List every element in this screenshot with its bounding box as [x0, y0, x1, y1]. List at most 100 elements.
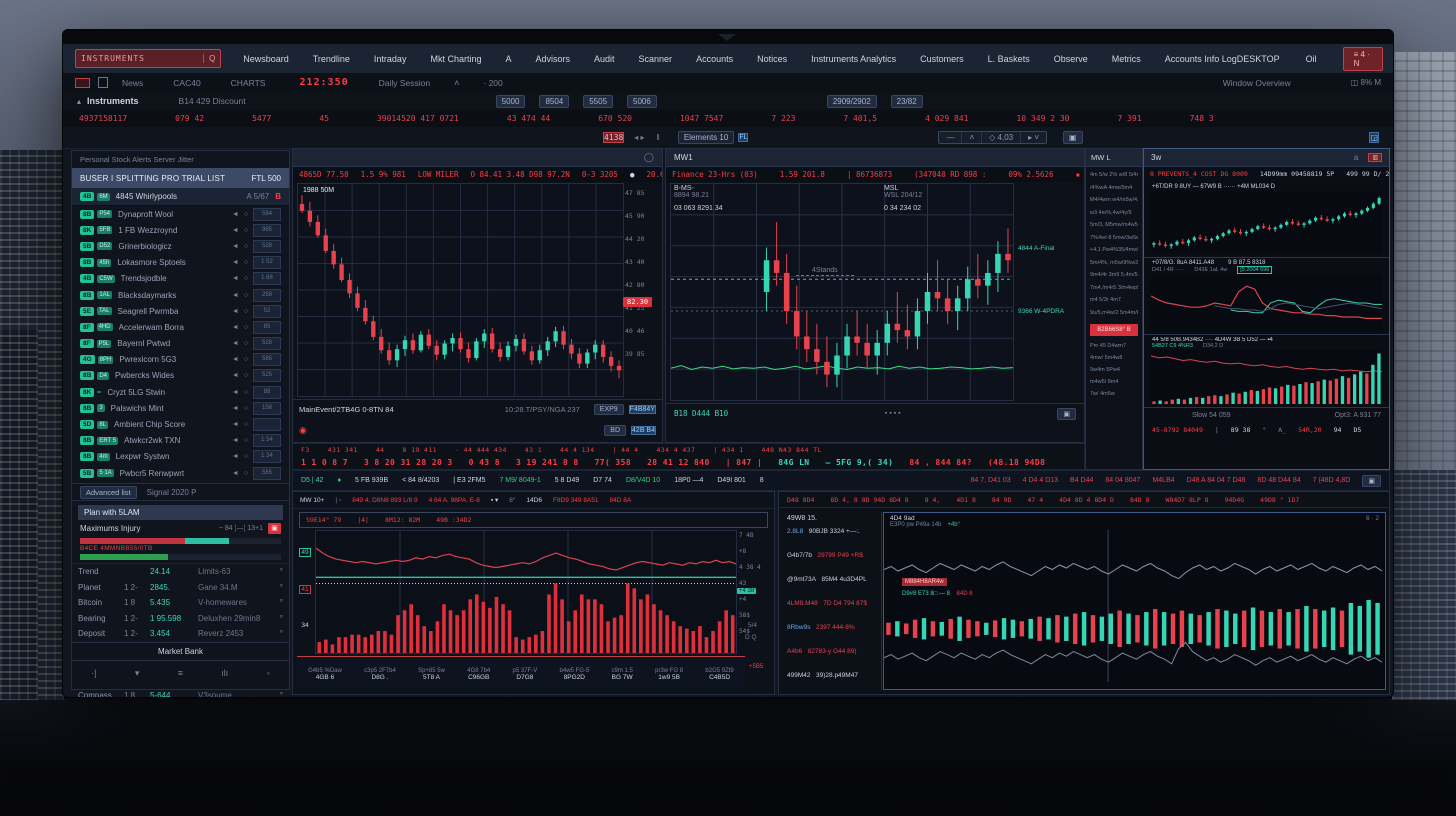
toolbar-item[interactable]: 5 8 D49: [555, 477, 580, 484]
watchlist-selected-row[interactable]: BUSER I SPLITTING PRO TRIAL LIST FTL 500: [72, 168, 289, 188]
row-menu-icon[interactable]: °: [280, 629, 283, 638]
row-menu-icon[interactable]: °: [280, 583, 283, 592]
watchlist-row[interactable]: 8B ERT 5 Atwkcr2wk TXN ◄ ○ 1 54: [72, 433, 289, 449]
menu-item[interactable]: Notices: [757, 54, 787, 64]
lock-icon[interactable]: ○: [244, 437, 248, 444]
mini-spark-chip[interactable]: 1 34: [253, 450, 281, 463]
mini-spark-chip[interactable]: 528: [253, 240, 281, 253]
red-strip-item[interactable]: D48 8D4: [787, 496, 814, 504]
toolbar-red-item[interactable]: B4 D44: [1070, 477, 1093, 484]
instrument-chip[interactable]: 2909/2902: [827, 95, 877, 108]
speaker-icon[interactable]: ◄: [232, 372, 239, 379]
corner-icons[interactable]: D Q: [745, 634, 757, 641]
symbol-badge[interactable]: 4138: [603, 132, 624, 143]
mini-col-item[interactable]: m4w5/ 8m4: [1090, 376, 1138, 388]
mini-volume-chart[interactable]: [1151, 350, 1382, 404]
elements-tab[interactable]: Elements 10: [678, 131, 734, 144]
mini-spark-chip[interactable]: 985: [253, 224, 281, 237]
menu-item[interactable]: A: [505, 54, 511, 64]
tab-advanced-list[interactable]: Advanced list: [80, 486, 137, 499]
power-button[interactable]: ≡ 4 · N: [1343, 47, 1383, 71]
speaker-icon[interactable]: ◄: [232, 405, 239, 412]
mini-line-chart[interactable]: [1151, 275, 1382, 331]
toolbar-item[interactable]: 5 FB 939B: [355, 477, 388, 484]
indicator-header-item[interactable]: 4 84 A. 98PA, E-8: [429, 497, 480, 504]
session-label[interactable]: Daily Session: [379, 78, 431, 88]
breadth-row[interactable]: 499M42 39)28.p49M47: [783, 669, 881, 693]
position-row[interactable]: Bitcoin 1 8 5.435 V-homewares °: [72, 595, 289, 611]
red-strip-item[interactable]: 4D1 8: [956, 496, 976, 504]
plan-header[interactable]: Plan with 5LAM: [78, 505, 283, 520]
right-close-button[interactable]: ▥: [1368, 153, 1382, 162]
red-strip-item[interactable]: 84D 8: [1130, 496, 1150, 504]
status-link[interactable]: CHARTS: [231, 78, 266, 88]
watchlist-row[interactable]: 8F P5L Bayernl Pwtwd ◄ ○ 528: [72, 336, 289, 352]
lock-icon[interactable]: ○: [244, 453, 248, 460]
mini-col-item[interactable]: 7%4w/-8 5mw/3w5w/9m4?: [1090, 232, 1138, 245]
menu-item[interactable]: Audit: [594, 54, 615, 64]
red-strip-item[interactable]: 47 4: [1028, 496, 1044, 504]
mini-spark-chip[interactable]: 1 54: [253, 434, 281, 447]
mini-col-item[interactable]: m4 5/3r 4m7: [1090, 294, 1138, 307]
speaker-icon[interactable]: ◄: [232, 243, 239, 250]
toolbar-red-item[interactable]: 84 04 8047: [1105, 477, 1140, 484]
speaker-icon[interactable]: ◄: [232, 389, 239, 396]
segment-option[interactable]: —: [939, 132, 962, 143]
status-link[interactable]: CAC40: [173, 78, 200, 88]
menu-item[interactable]: L. Baskets: [988, 54, 1030, 64]
watchlist-row[interactable]: 8B 4m Lexpwr Systwn ◄ ○ 1 34: [72, 449, 289, 465]
breadth-row[interactable]: G4b7/7b 29799 P49 +R$: [783, 549, 881, 573]
lock-icon[interactable]: ○: [244, 340, 248, 347]
layout-button[interactable]: ◲: [1369, 132, 1379, 143]
record-icon[interactable]: ◉: [299, 425, 307, 436]
lock-icon[interactable]: ○: [244, 421, 248, 428]
menu-right-oil[interactable]: Oil: [1306, 54, 1317, 64]
breadth-row[interactable]: 8Rbw9s 2397 444-8%: [783, 621, 881, 645]
watchlist-row[interactable]: 8B 3 Palswichs Mint ◄ ○ 158: [72, 400, 289, 416]
mini-col-item[interactable]: 4m 5/w 2% w/8 5/4mW 5w4r: [1090, 169, 1138, 182]
elements-tab-icon[interactable]: FL: [738, 133, 748, 142]
lock-icon[interactable]: ○: [244, 308, 248, 315]
red-strip-item[interactable]: 4D4 8D 4 8D4 D: [1059, 496, 1114, 504]
footer-icon[interactable]: ≡: [178, 668, 183, 678]
session-caret-icon[interactable]: ˄: [454, 78, 459, 88]
menu-item[interactable]: Intraday: [374, 54, 407, 64]
segment-option[interactable]: ˄: [962, 132, 982, 143]
mini-col-item[interactable]: 7m4,/m4r5 3/m4wp5c/4w-: [1090, 282, 1138, 295]
mini-col-item[interactable]: 9w4m 5Pw4: [1090, 364, 1138, 376]
instrument-chip[interactable]: 5505: [583, 95, 613, 108]
red-strip-item[interactable]: 8D 4, 8 8D 94D 8D4 8: [830, 496, 908, 504]
position-row[interactable]: Trend 24.14 Limits-63 °: [72, 564, 289, 580]
watchlist-row[interactable]: 4G 8PH Pwrexicorn 5G3 ◄ ○ 585: [72, 352, 289, 368]
maximums-red-button[interactable]: ▣: [268, 523, 281, 534]
red-strip-item[interactable]: 94D4G: [1225, 496, 1245, 504]
mini-col-item[interactable]: w3 4m%,4w/4y/9: [1090, 207, 1138, 220]
footer-icon[interactable]: ◦: [267, 668, 270, 678]
window-overview-label[interactable]: Window Overview: [1223, 78, 1291, 88]
lock-icon[interactable]: ○: [244, 259, 248, 266]
menu-item[interactable]: Accounts: [696, 54, 733, 64]
row-menu-icon[interactable]: °: [280, 614, 283, 623]
watchlist-row[interactable]: 8B D4 Pwbercks Wides ◄ ○ 525: [72, 368, 289, 384]
watchlist-row[interactable]: 8K 5FB 1 FB Wezzroynd ◄ ○ 985: [72, 222, 289, 238]
breadth-row[interactable]: 2.8L8 90BJB 3324 +—:.: [783, 525, 881, 549]
toolbar-red-item[interactable]: 8D 48 D44 84: [1257, 477, 1300, 484]
indicator-header-item[interactable]: 849 4, D8N8 893 L/8 9: [352, 497, 417, 504]
lock-icon[interactable]: ○: [244, 227, 248, 234]
red-strip-item[interactable]: 49D8 ° 1D7: [1260, 496, 1299, 504]
instrument-chip[interactable]: 8504: [539, 95, 569, 108]
lock-icon[interactable]: ○: [244, 243, 248, 250]
mini-col-item[interactable]: /4%wA 4mw/5m4: [1090, 182, 1138, 195]
toolbar-red-item[interactable]: 84 7, D41 03: [971, 477, 1011, 484]
menu-item[interactable]: Trendline: [313, 54, 350, 64]
speaker-icon[interactable]: ◄: [232, 211, 239, 218]
search-button[interactable]: Q: [203, 54, 220, 63]
footer-icon[interactable]: ·|: [91, 668, 96, 678]
mini-col-item[interactable]: 5m/4%, m5w/9%w2y: [1090, 257, 1138, 270]
camera-button[interactable]: ▣: [1063, 131, 1083, 144]
mini-col-item[interactable]: M4/4wm w4/m5w/4, 4%w3: [1090, 194, 1138, 207]
right-tab[interactable]: 3w: [1151, 153, 1161, 162]
red-strip-item[interactable]: 84 9D: [992, 496, 1012, 504]
lock-icon[interactable]: ○: [244, 292, 248, 299]
breadth-row[interactable]: A4b6 82783-y G44 89): [783, 645, 881, 669]
